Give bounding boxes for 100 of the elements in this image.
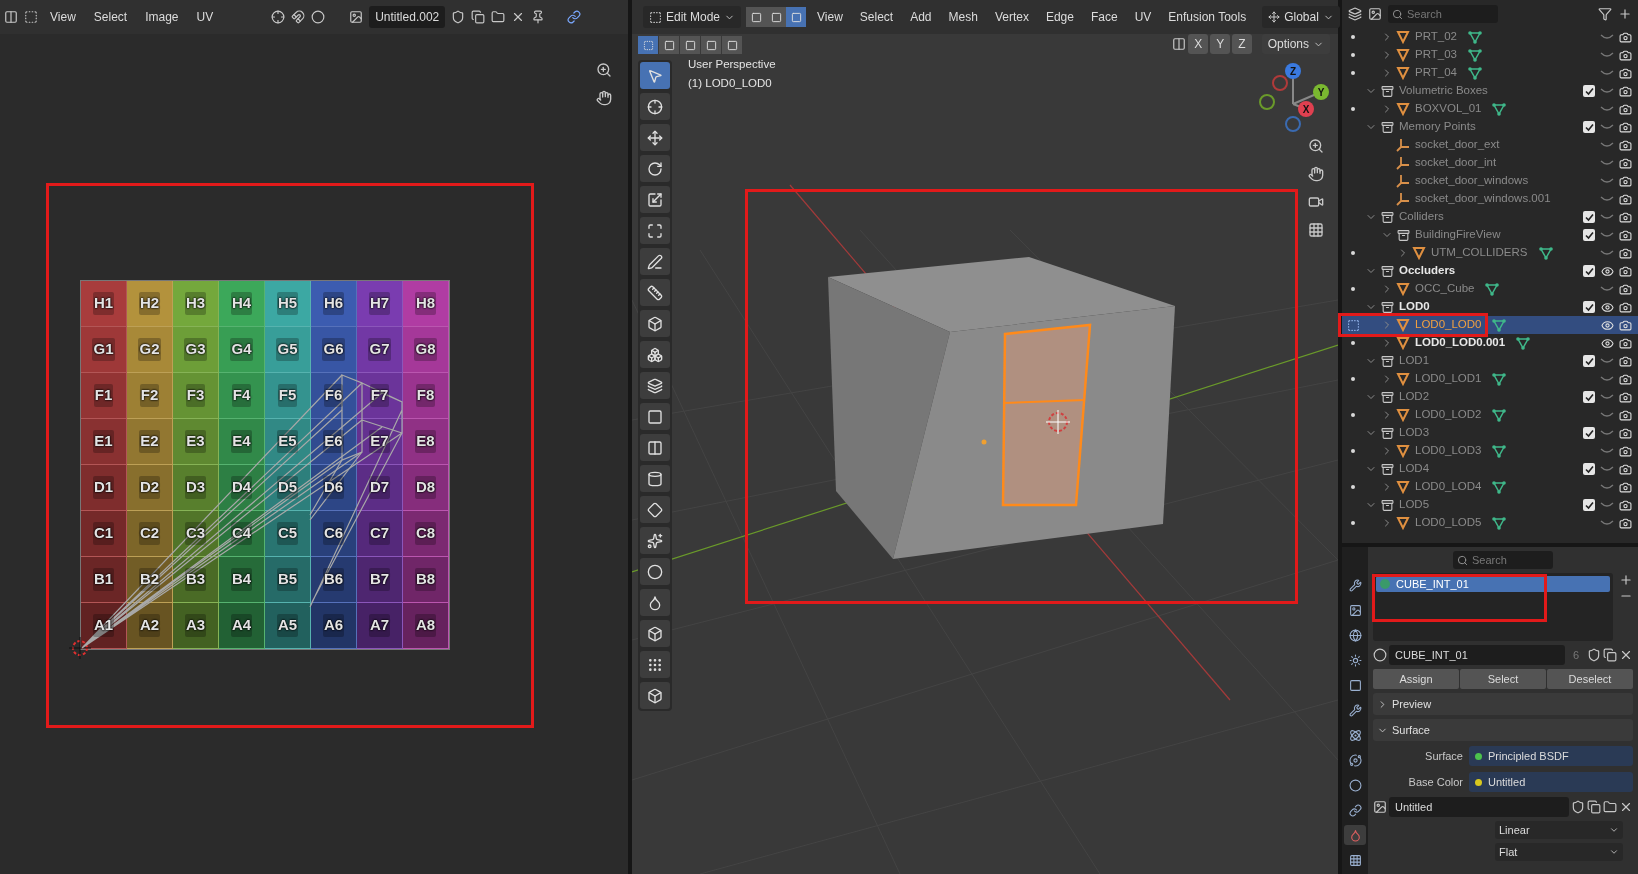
outliner-row[interactable]: PRT_04 (1342, 64, 1638, 82)
image-name-field[interactable]: Untitled.002 (369, 6, 446, 28)
panel-header[interactable]: Preview (1373, 693, 1633, 715)
mesh-data-icon[interactable] (1491, 444, 1508, 458)
eye-icon[interactable] (1600, 300, 1614, 314)
checkbox[interactable] (1583, 229, 1595, 241)
tool-button[interactable] (640, 62, 670, 89)
add-icon[interactable] (1619, 573, 1633, 587)
outliner-row[interactable]: socket_door_ext (1342, 136, 1638, 154)
outliner-item-name[interactable]: OCC_Cube (1415, 280, 1475, 298)
menu-item[interactable]: Select (853, 7, 900, 27)
camera-icon[interactable] (1618, 444, 1632, 458)
orientation-dropdown[interactable]: Global (1262, 6, 1340, 28)
outliner-row[interactable]: UTM_COLLIDERS (1342, 244, 1638, 262)
tool-button[interactable] (640, 465, 670, 492)
material-name-field[interactable]: CUBE_INT_01 (1389, 645, 1565, 665)
panel-header[interactable]: Surface (1373, 719, 1633, 741)
outliner-item-name[interactable]: PRT_03 (1415, 46, 1457, 64)
outliner-row[interactable]: PRT_02 (1342, 28, 1638, 46)
tool-button[interactable] (640, 186, 670, 213)
tool-button[interactable] (640, 217, 670, 244)
outliner-row[interactable]: LOD3 (1342, 424, 1638, 442)
outliner-item-name[interactable]: LOD5 (1399, 496, 1430, 514)
checkbox[interactable] (1583, 355, 1595, 367)
zoom-icon[interactable] (596, 62, 612, 78)
camera-icon[interactable] (1618, 138, 1632, 152)
proportional-icon[interactable] (311, 10, 326, 24)
outliner-row[interactable]: OCC_Cube (1342, 280, 1638, 298)
tool-button[interactable] (640, 589, 670, 616)
camera-icon[interactable] (1618, 408, 1632, 422)
outliner-item-name[interactable]: Volumetric Boxes (1399, 82, 1488, 100)
editor-type-icon[interactable] (4, 10, 18, 24)
display-mode-icon[interactable] (1348, 7, 1362, 21)
outliner-item-name[interactable]: LOD0_LOD0.001 (1415, 334, 1506, 352)
menu-item[interactable]: View (44, 7, 82, 27)
outliner-row[interactable]: LOD0_LOD2 (1342, 406, 1638, 424)
close-icon[interactable] (1619, 648, 1633, 662)
outliner-row[interactable]: Colliders (1342, 208, 1638, 226)
pivot-icon[interactable] (271, 10, 286, 24)
checkbox[interactable] (1583, 301, 1595, 313)
outliner-item-name[interactable]: Occluders (1399, 262, 1456, 280)
outliner-row[interactable]: socket_door_int (1342, 154, 1638, 172)
hand-icon[interactable] (596, 90, 612, 106)
tool-button[interactable] (640, 279, 670, 306)
camera-icon[interactable] (1618, 156, 1632, 170)
outliner-row[interactable]: BuildingFireView (1342, 226, 1638, 244)
axis-toggle[interactable]: Z (1232, 34, 1252, 54)
outliner-item-name[interactable]: PRT_04 (1415, 64, 1457, 82)
shield-icon[interactable] (451, 10, 466, 24)
eye-icon[interactable] (1600, 264, 1614, 278)
camera-icon[interactable] (1618, 102, 1632, 116)
outliner-item-name[interactable]: LOD0_LOD3 (1415, 442, 1482, 460)
outliner-item-name[interactable]: LOD0 (1399, 298, 1430, 316)
select-mode-button[interactable] (746, 7, 767, 27)
mesh-data-icon[interactable] (1491, 372, 1508, 386)
camera-icon[interactable] (1618, 210, 1632, 224)
action-button[interactable]: Deselect (1547, 669, 1633, 689)
camera-icon[interactable] (1618, 246, 1632, 260)
menu-item[interactable]: Add (904, 7, 938, 27)
camera-icon[interactable] (1308, 194, 1324, 210)
tool-button[interactable] (640, 651, 670, 678)
mesh-data-icon[interactable] (1491, 408, 1508, 422)
outliner-item-name[interactable]: LOD2 (1399, 388, 1430, 406)
menu-item[interactable]: View (811, 7, 849, 27)
tool-button[interactable] (640, 403, 670, 430)
mirror-icon[interactable] (1172, 37, 1187, 51)
tool-button[interactable] (640, 496, 670, 523)
eye-icon[interactable] (1600, 318, 1614, 332)
outliner-item-name[interactable]: PRT_02 (1415, 28, 1457, 46)
camera-icon[interactable] (1618, 372, 1632, 386)
camera-icon[interactable] (1618, 498, 1632, 512)
mesh-data-icon[interactable] (1491, 102, 1508, 116)
outliner-item-name[interactable]: socket_door_windows.001 (1415, 190, 1551, 208)
zoom-icon[interactable] (1308, 138, 1324, 154)
camera-icon[interactable] (1618, 282, 1632, 296)
mesh-data-icon[interactable] (1467, 66, 1483, 80)
axis-toggle[interactable]: X (1188, 34, 1209, 54)
outliner-item-name[interactable]: UTM_COLLIDERS (1431, 244, 1528, 262)
outliner-row[interactable]: socket_door_windows (1342, 172, 1638, 190)
new-collection-icon[interactable] (1618, 7, 1632, 21)
menu-item[interactable]: UV (1128, 7, 1158, 27)
outliner-row[interactable]: LOD1 (1342, 352, 1638, 370)
outliner-item-name[interactable]: socket_door_windows (1415, 172, 1529, 190)
filter-icon[interactable] (1598, 7, 1612, 21)
tool-button[interactable] (640, 341, 670, 368)
3d-viewport[interactable]: Z Y X X Y Z Options User Perspective (1) LOD0_LOD0 (632, 34, 1338, 874)
uv-mode-icon[interactable] (24, 10, 38, 24)
shader-field[interactable]: Principled BSDF (1469, 746, 1633, 766)
checkbox[interactable] (1583, 463, 1595, 475)
outliner-item-name[interactable]: socket_door_ext (1415, 136, 1500, 154)
mode-dropdown[interactable]: Edit Mode (643, 6, 742, 28)
camera-icon[interactable] (1618, 192, 1632, 206)
camera-icon[interactable] (1618, 174, 1632, 188)
outliner-row[interactable]: LOD0_LOD0 (1342, 316, 1638, 334)
selection-box-mode-button[interactable] (701, 36, 721, 54)
outliner-row[interactable]: LOD0_LOD5 (1342, 514, 1638, 532)
action-button[interactable]: Select (1460, 669, 1546, 689)
tool-button[interactable] (640, 310, 670, 337)
outliner-item-name[interactable]: LOD0_LOD4 (1415, 478, 1482, 496)
camera-icon[interactable] (1618, 228, 1632, 242)
